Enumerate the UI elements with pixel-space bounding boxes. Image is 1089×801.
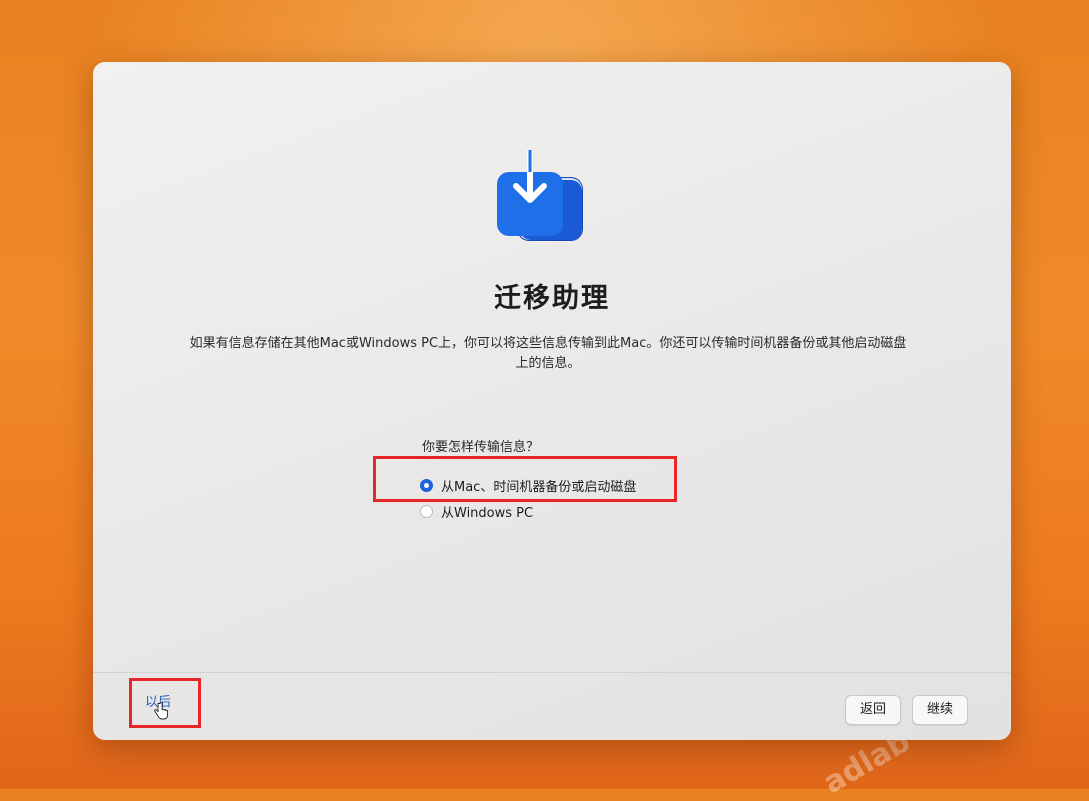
migration-assistant-icon	[497, 150, 583, 241]
back-button[interactable]: 返回	[845, 695, 901, 725]
continue-button[interactable]: 继续	[912, 695, 968, 725]
annotation-highlight-box	[373, 456, 677, 502]
page-title: 迁移助理	[494, 283, 610, 314]
option-from-windows-pc[interactable]: 从Windows PC	[420, 502, 533, 521]
option-label: 从Windows PC	[441, 506, 534, 521]
migration-assistant-window: 迁移助理 如果有信息存储在其他Mac或Windows PC上，你可以将这些信息传…	[93, 62, 1011, 740]
footer-divider	[93, 672, 1011, 673]
radio-button[interactable]	[420, 505, 433, 518]
hand-pointer-icon	[154, 702, 168, 720]
page-description: 如果有信息存储在其他Mac或Windows PC上，你可以将这些信息传输到此Ma…	[189, 336, 907, 371]
transfer-question: 你要怎样传输信息？	[422, 440, 540, 455]
